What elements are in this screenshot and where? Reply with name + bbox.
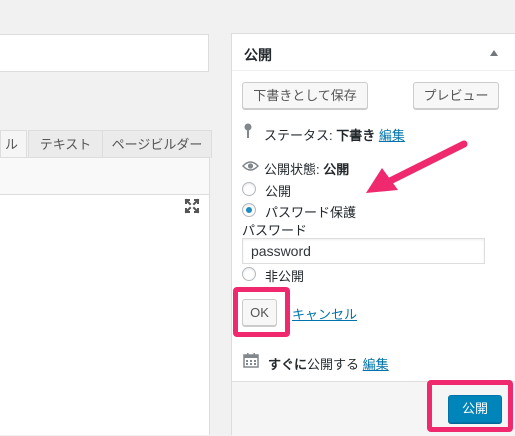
- radio-public[interactable]: [242, 182, 256, 196]
- editor-toolbar: [0, 157, 210, 195]
- schedule-text: 公開する: [307, 357, 360, 372]
- save-draft-button[interactable]: 下書きとして保存: [242, 82, 368, 109]
- schedule-edit-link[interactable]: 編集: [363, 357, 389, 372]
- option-public-label: 公開: [265, 184, 292, 199]
- pin-icon: [244, 123, 252, 138]
- publish-button-highlight: [427, 380, 513, 432]
- visibility-cancel-link[interactable]: キャンセル: [292, 304, 357, 323]
- tab-text[interactable]: テキスト: [28, 130, 103, 158]
- eye-icon: [242, 161, 259, 171]
- radio-private[interactable]: [242, 267, 256, 281]
- password-field-label: パスワード: [242, 223, 308, 238]
- post-title-input[interactable]: [0, 34, 209, 72]
- schedule-row: すぐに公開する 編集: [268, 354, 389, 373]
- tab-page-builder[interactable]: ページビルダー: [102, 130, 212, 158]
- annotation-arrow: [366, 140, 468, 193]
- publish-box-header: 公開: [232, 34, 515, 71]
- schedule-bold: すぐに: [268, 357, 308, 372]
- publish-meta-box: 公開 下書きとして保存 プレビュー ステータス: 下書き 編集 公開状態: 公開…: [231, 33, 515, 436]
- ok-button-highlight: [233, 287, 290, 337]
- fullscreen-icon[interactable]: [183, 197, 201, 215]
- visibility-row: 公開状態: 公開: [264, 159, 349, 178]
- calendar-icon: [243, 353, 259, 368]
- editor-content-area[interactable]: [0, 195, 210, 435]
- tab-visual[interactable]: ル: [0, 130, 27, 157]
- toggle-arrow-icon[interactable]: [489, 49, 499, 57]
- status-label: ステータス:: [264, 128, 337, 143]
- visibility-value: 公開: [323, 162, 350, 177]
- option-private-label: 非公開: [265, 269, 305, 284]
- preview-button[interactable]: プレビュー: [413, 82, 499, 109]
- password-input[interactable]: password: [242, 238, 485, 264]
- option-password-label: パスワード保護: [265, 205, 357, 220]
- visibility-label: 公開状態:: [264, 162, 324, 177]
- radio-password-protected[interactable]: [242, 203, 256, 217]
- publish-box-title: 公開: [244, 47, 272, 63]
